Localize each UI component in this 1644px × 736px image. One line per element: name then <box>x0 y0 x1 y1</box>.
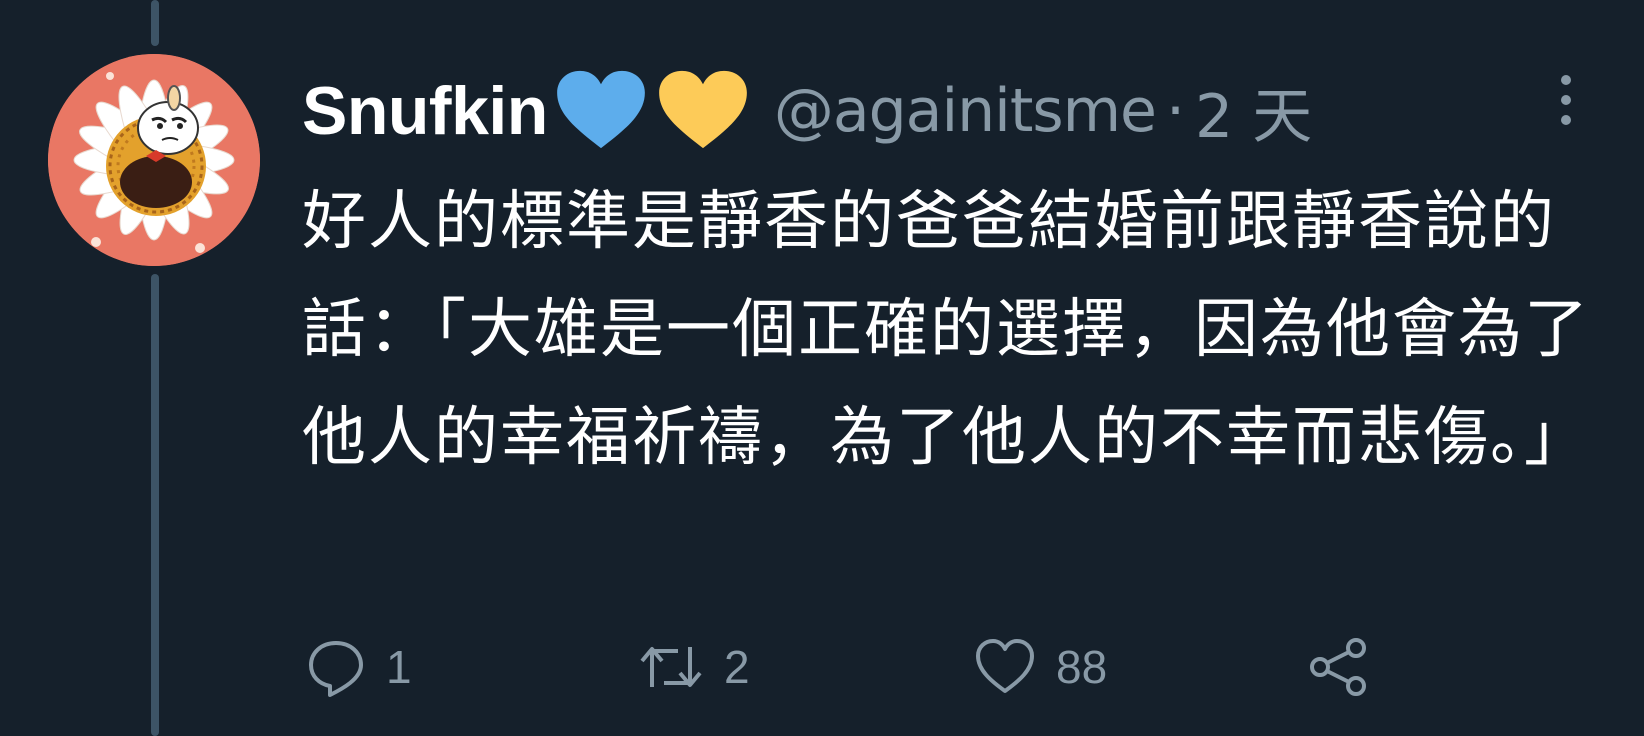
share-icon <box>1310 638 1366 696</box>
more-options-button[interactable] <box>1548 70 1584 130</box>
like-button[interactable]: 88 <box>974 632 1107 702</box>
vertical-ellipsis-icon <box>1561 75 1571 125</box>
timestamp[interactable]: 2 天 <box>1195 68 1312 155</box>
avatar[interactable] <box>48 54 260 266</box>
retweet-icon <box>640 647 702 687</box>
like-count: 88 <box>1056 641 1108 693</box>
user-handle[interactable]: @againitsme <box>774 76 1157 146</box>
share-button[interactable] <box>1308 632 1370 702</box>
thread-line-bottom <box>151 274 159 736</box>
separator-dot: · <box>1165 76 1186 146</box>
tweet-header: Snufkin @againitsme · 2 天 <box>302 66 1312 156</box>
blue-heart-icon <box>552 68 650 154</box>
reply-count: 1 <box>386 641 412 693</box>
display-name[interactable]: Snufkin <box>302 72 548 150</box>
heart-icon <box>976 639 1034 693</box>
speech-bubble-icon <box>309 641 363 697</box>
retweet-button[interactable]: 2 <box>638 632 750 702</box>
thread-line-top <box>151 0 159 46</box>
tweet-text: 好人的標準是靜香的爸爸結婚前跟靜香說的話：「大雄是一個正確的選擇，因為他會為了他… <box>302 185 1590 475</box>
reply-button[interactable]: 1 <box>306 632 412 702</box>
retweet-count: 2 <box>724 641 750 693</box>
avatar-image <box>48 54 260 266</box>
yellow-heart-icon <box>654 68 752 154</box>
